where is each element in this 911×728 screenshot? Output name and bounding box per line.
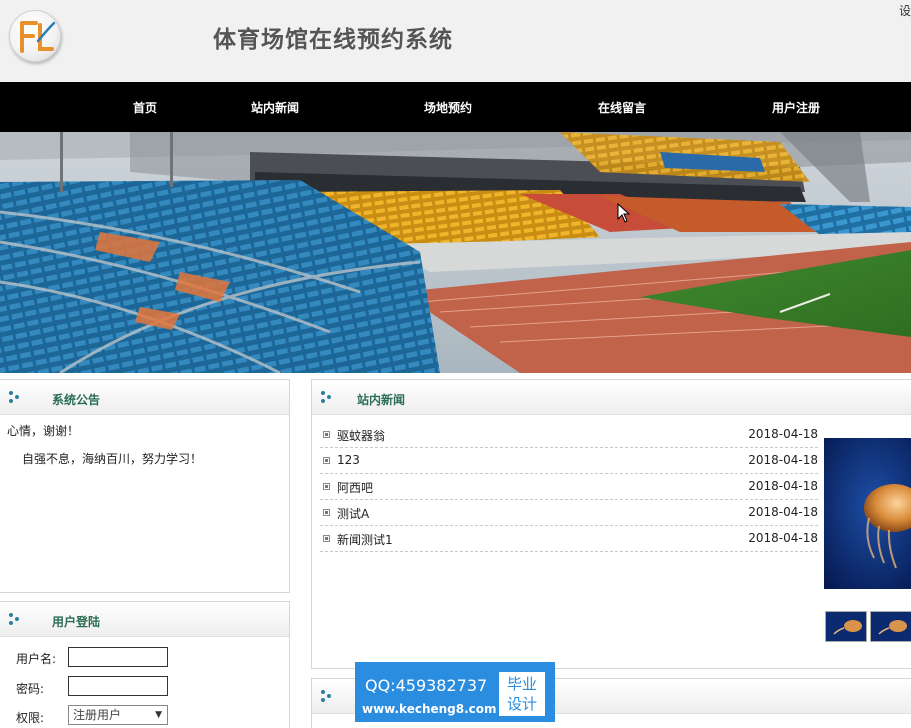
role-select-value: 注册用户	[73, 708, 122, 722]
bullet-dots-icon	[321, 391, 331, 403]
nav-item-guestbook[interactable]: 在线留言	[598, 99, 646, 116]
watermark-label-line: 设计	[506, 695, 537, 713]
role-select[interactable]: 注册用户 ▼	[68, 705, 168, 725]
watermark-badge: QQ:459382737 www.kecheng8.com 毕业 设计	[355, 662, 555, 722]
notice-panel-title: 系统公告	[52, 393, 101, 407]
list-item[interactable]: 阿西吧 2018-04-18	[320, 474, 818, 500]
news-list: 驱蚊器翁 2018-04-18 123 2018-04-18 阿西吧 2018-…	[320, 422, 818, 552]
notice-text: 自强不息，海纳百川，努力学习！	[22, 452, 203, 466]
main-nav: 首页 站内新闻 场地预约 在线留言 用户注册	[0, 82, 911, 132]
role-label: 权限:	[16, 711, 45, 725]
bullet-icon	[323, 483, 330, 490]
bullet-dots-icon	[321, 690, 331, 702]
list-item[interactable]: 测试A 2018-04-18	[320, 500, 818, 526]
news-thumbnail[interactable]	[825, 611, 867, 642]
list-item[interactable]: 驱蚊器翁 2018-04-18	[320, 422, 818, 448]
news-date: 2018-04-18	[748, 479, 818, 493]
nav-item-venue-booking[interactable]: 场地预约	[424, 99, 472, 116]
nav-item-news[interactable]: 站内新闻	[251, 99, 299, 116]
bullet-icon	[323, 431, 330, 438]
news-date: 2018-04-18	[748, 453, 818, 467]
news-title-link[interactable]: 新闻测试1	[337, 531, 393, 548]
news-featured-image[interactable]	[824, 438, 911, 589]
header-corner-text[interactable]: 设	[899, 2, 911, 19]
site-logo[interactable]	[9, 10, 61, 62]
jellyfish-thumbnail-image	[826, 612, 866, 641]
bullet-dots-icon	[9, 391, 19, 403]
news-thumbnail[interactable]	[870, 611, 911, 642]
chevron-down-icon: ▼	[155, 710, 162, 720]
password-label: 密码:	[16, 682, 45, 696]
stadium-banner	[0, 132, 911, 373]
notice-panel: 系统公告 心情，谢谢！ 自强不息，海纳百川，努力学习！	[0, 379, 290, 593]
watermark-url: www.kecheng8.com	[362, 702, 497, 716]
notice-text: 心情，谢谢！	[7, 424, 80, 438]
watermark-label-line: 毕业	[506, 675, 537, 693]
site-header: 体育场馆在线预约系统 设	[0, 0, 911, 82]
username-label: 用户名:	[16, 652, 57, 666]
logo-icon	[20, 21, 56, 53]
news-date: 2018-04-18	[748, 531, 818, 545]
news-date: 2018-04-18	[748, 505, 818, 519]
bullet-icon	[323, 535, 330, 542]
login-panel-header: 用户登陆	[0, 602, 289, 637]
nav-item-home[interactable]: 首页	[133, 99, 157, 116]
news-date: 2018-04-18	[748, 427, 818, 441]
jellyfish-image	[824, 438, 911, 589]
mouse-cursor-icon	[617, 203, 631, 223]
nav-item-register[interactable]: 用户注册	[772, 99, 820, 116]
list-item[interactable]: 新闻测试1 2018-04-18	[320, 526, 818, 552]
jellyfish-thumbnail-image	[871, 612, 911, 641]
bullet-icon	[323, 457, 330, 464]
notice-panel-header: 系统公告	[0, 380, 289, 415]
news-title-link[interactable]: 驱蚊器翁	[337, 427, 385, 444]
watermark-label: 毕业 设计	[499, 672, 545, 716]
bullet-dots-icon	[9, 613, 19, 625]
bullet-icon	[323, 509, 330, 516]
news-panel-header: 站内新闻	[312, 380, 911, 415]
login-panel-title: 用户登陆	[52, 615, 101, 629]
site-title: 体育场馆在线预约系统	[213, 26, 453, 53]
news-panel: 站内新闻 驱蚊器翁 2018-04-18 123 2018-04-18 阿西吧 …	[311, 379, 911, 669]
news-title-link[interactable]: 测试A	[337, 505, 369, 522]
list-item[interactable]: 123 2018-04-18	[320, 448, 818, 474]
watermark-qq: QQ:459382737	[365, 676, 488, 695]
news-title-link[interactable]: 123	[337, 453, 360, 467]
news-panel-title: 站内新闻	[357, 393, 406, 407]
username-input[interactable]	[68, 647, 168, 667]
news-title-link[interactable]: 阿西吧	[337, 479, 373, 496]
login-panel: 用户登陆 用户名: 密码: 权限: 注册用户 ▼	[0, 601, 290, 728]
stadium-banner-image	[0, 132, 911, 373]
password-input[interactable]	[68, 676, 168, 696]
